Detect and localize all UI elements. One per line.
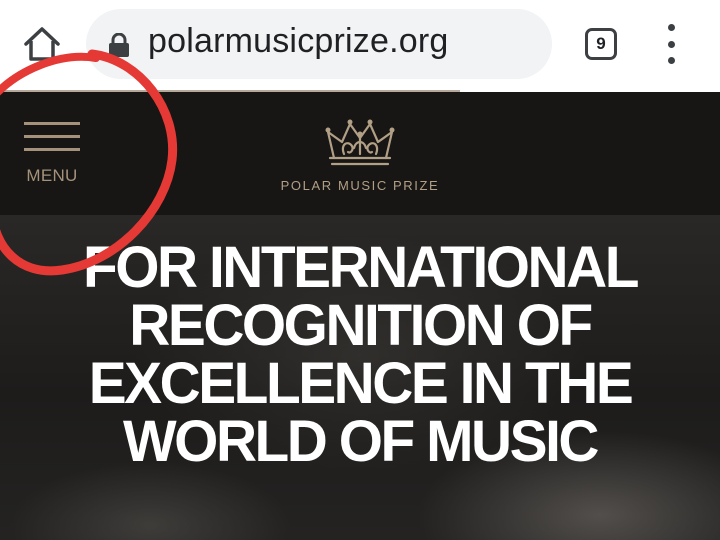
more-vert-icon xyxy=(667,24,675,31)
home-button[interactable] xyxy=(20,22,64,66)
hamburger-icon xyxy=(24,122,80,125)
hero-line: WORLD OF MUSIC xyxy=(122,409,599,474)
menu-label: MENU xyxy=(26,166,78,185)
hero-line: EXCELLENCE IN THE xyxy=(88,351,634,416)
address-bar[interactable]: polarmusicprize.org xyxy=(86,9,552,79)
tab-switcher-button[interactable]: 9 xyxy=(585,28,617,60)
home-icon xyxy=(24,27,60,61)
hero-line: FOR INTERNATIONAL xyxy=(82,235,640,300)
hero-title: FOR INTERNATIONAL RECOGNITION OF EXCELLE… xyxy=(7,239,713,471)
more-options-button[interactable] xyxy=(664,24,678,64)
hero-line: RECOGNITION OF xyxy=(129,293,593,358)
brand-name[interactable]: POLAR MUSIC PRIZE xyxy=(250,178,470,193)
site-header: MENU POLAR MUSIC PRIZE xyxy=(0,92,720,215)
menu-button[interactable]: MENU xyxy=(22,122,82,185)
tab-count: 9 xyxy=(596,34,606,53)
url-text[interactable]: polarmusicprize.org xyxy=(148,22,448,61)
browser-toolbar: polarmusicprize.org 9 xyxy=(0,0,720,93)
hero-banner: FOR INTERNATIONAL RECOGNITION OF EXCELLE… xyxy=(0,215,720,540)
crown-logo-icon[interactable] xyxy=(318,114,402,172)
lock-icon xyxy=(109,33,129,57)
